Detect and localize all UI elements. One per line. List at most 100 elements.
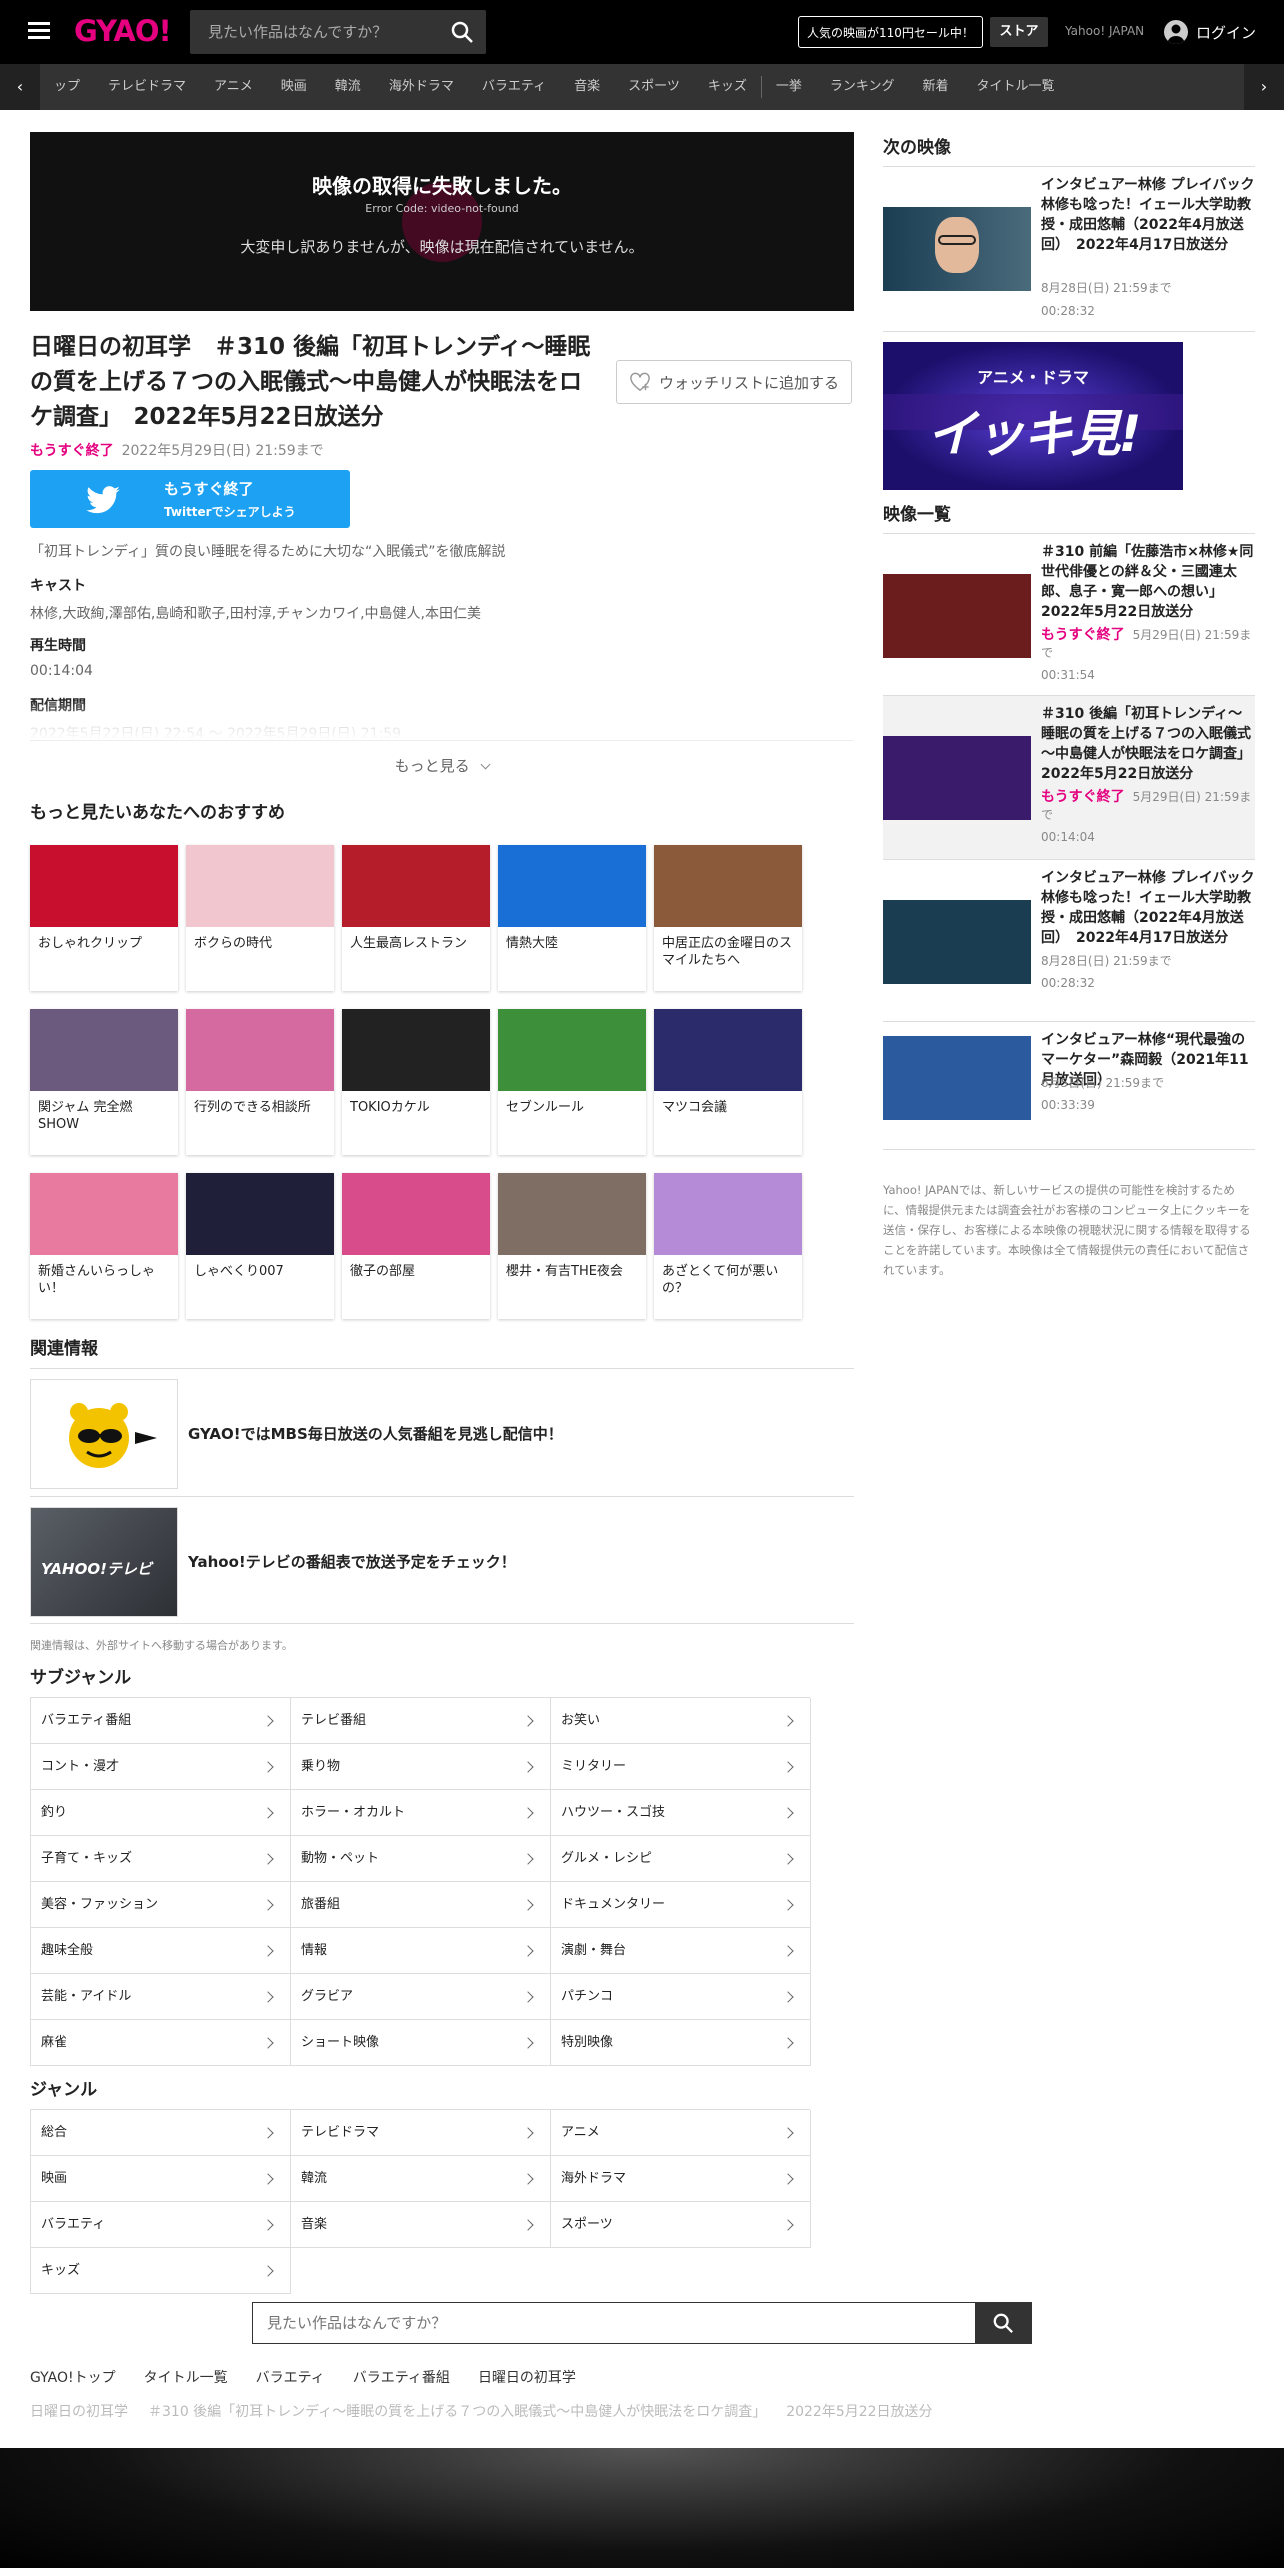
genre-link[interactable]: 情報 — [291, 1928, 551, 1974]
genre-link[interactable]: コント・漫才 — [31, 1744, 291, 1790]
footer-link[interactable]: GYAO!トップ — [30, 2367, 116, 2387]
video-list-item[interactable]: インタビュアー林修 プレイバック 林修も唸った！イェール大学助教授・成田悠輔（2… — [883, 860, 1255, 1022]
genre-link[interactable]: キッズ — [31, 2248, 291, 2294]
recommend-card[interactable]: おしゃれクリップ — [30, 845, 178, 991]
recommend-card[interactable]: セブンルール — [498, 1009, 646, 1155]
nav-item[interactable]: スポーツ — [614, 64, 694, 110]
nav-item[interactable]: 一挙 — [762, 64, 816, 110]
genre-link[interactable]: 映画 — [31, 2156, 291, 2202]
nav-item[interactable]: ップ — [40, 64, 94, 110]
promo-link[interactable]: 人気の映画が110円セール中！ — [798, 16, 983, 48]
footer-link[interactable]: バラエティ番組 — [353, 2367, 450, 2387]
recommend-thumbnail — [654, 1173, 802, 1255]
nav-item[interactable]: 韓流 — [321, 64, 375, 110]
login-button[interactable]: ログイン — [1164, 18, 1256, 46]
video-duration: 00:28:32 — [1041, 976, 1095, 990]
recommend-card[interactable]: マツコ会議 — [654, 1009, 802, 1155]
recommend-card[interactable]: 新婚さんいらっしゃい！ — [30, 1173, 178, 1319]
breadcrumb-item[interactable]: 日曜日の初耳学 — [30, 2401, 128, 2421]
related-item[interactable]: YAHOO!テレビ Yahoo!テレビの番組表で放送予定をチェック！ — [30, 1496, 854, 1624]
genre-link[interactable]: 趣味全般 — [31, 1928, 291, 1974]
recommend-thumbnail — [342, 1009, 490, 1091]
nav-item[interactable]: 音楽 — [560, 64, 614, 110]
genre-link[interactable]: テレビドラマ — [291, 2110, 551, 2156]
recommend-card[interactable]: 人生最高レストラン — [342, 845, 490, 991]
login-label: ログイン — [1196, 23, 1257, 42]
genre-link[interactable]: スポーツ — [551, 2202, 811, 2248]
video-player[interactable]: 映像の取得に失敗しました。 Error Code: video-not-foun… — [30, 132, 854, 311]
genre-link[interactable]: パチンコ — [551, 1974, 811, 2020]
genre-link[interactable]: テレビ番組 — [291, 1698, 551, 1744]
genre-link[interactable]: 美容・ファッション — [31, 1882, 291, 1928]
nav-item[interactable]: 映画 — [267, 64, 321, 110]
genre-link[interactable]: 総合 — [31, 2110, 291, 2156]
recommend-card[interactable]: 櫻井・有吉THE夜会 — [498, 1173, 646, 1319]
recommend-card[interactable]: 徹子の部屋 — [342, 1173, 490, 1319]
genre-link[interactable]: 子育て・キッズ — [31, 1836, 291, 1882]
genre-link[interactable]: 演劇・舞台 — [551, 1928, 811, 1974]
available-until: 2022年5月29日(日) 21:59まで — [121, 443, 324, 459]
nav-item[interactable]: タイトル一覧 — [963, 64, 1069, 110]
genre-link[interactable]: 芸能・アイドル — [31, 1974, 291, 2020]
genre-link[interactable]: グルメ・レシピ — [551, 1836, 811, 1882]
recommend-card[interactable]: ボクらの時代 — [186, 845, 334, 991]
nav-item[interactable]: テレビドラマ — [94, 64, 200, 110]
recommend-card[interactable]: しゃべくり007 — [186, 1173, 334, 1319]
nav-left-arrow[interactable]: ‹ — [0, 64, 40, 110]
genre-link[interactable]: 旅番組 — [291, 1882, 551, 1928]
nav-item[interactable]: 海外ドラマ — [375, 64, 468, 110]
footer-search-button[interactable] — [975, 2303, 1031, 2343]
genre-link[interactable]: 動物・ペット — [291, 1836, 551, 1882]
footer-search-input[interactable] — [253, 2303, 973, 2343]
genre-link[interactable]: ドキュメンタリー — [551, 1882, 811, 1928]
next-video-item[interactable]: インタビュアー林修 プレイバック 林修も唸った！イェール大学助教授・成田悠輔（2… — [883, 166, 1255, 332]
yahoo-japan-link[interactable]: Yahoo! JAPAN — [1065, 24, 1144, 38]
ending-soon-badge: もうすぐ終了 — [1041, 789, 1125, 805]
recommend-card[interactable]: 行列のできる相談所 — [186, 1009, 334, 1155]
genre-link[interactable]: ショート映像 — [291, 2020, 551, 2066]
genre-link[interactable]: 乗り物 — [291, 1744, 551, 1790]
watchlist-button[interactable]: ウォッチリストに追加する — [616, 360, 852, 404]
genre-link[interactable]: ミリタリー — [551, 1744, 811, 1790]
search-input[interactable] — [190, 10, 440, 54]
genre-link[interactable]: 韓流 — [291, 2156, 551, 2202]
footer-link[interactable]: バラエティ — [256, 2367, 325, 2387]
recommend-thumbnail — [186, 845, 334, 927]
genre-link[interactable]: アニメ — [551, 2110, 811, 2156]
genre-link[interactable]: 麻雀 — [31, 2020, 291, 2066]
genre-link[interactable]: バラエティ番組 — [31, 1698, 291, 1744]
store-button[interactable]: ストア — [990, 17, 1048, 47]
nav-item[interactable]: ランキング — [816, 64, 909, 110]
recommend-card[interactable]: 中居正広の金曜日のスマイルたちへ — [654, 845, 802, 991]
nav-item[interactable]: 新着 — [908, 64, 962, 110]
genre-link[interactable]: お笑い — [551, 1698, 811, 1744]
genre-link[interactable]: バラエティ — [31, 2202, 291, 2248]
nav-item[interactable]: アニメ — [200, 64, 267, 110]
genre-link[interactable]: 海外ドラマ — [551, 2156, 811, 2202]
video-list-item[interactable]: ＃310 後編「初耳トレンディ～睡眠の質を上げる７つの入眠儀式～中島健人が快眠法… — [883, 696, 1258, 860]
genre-link[interactable]: 音楽 — [291, 2202, 551, 2248]
video-list-item[interactable]: インタビュアー林修“現代最強のマーケター”森岡毅（2021年11月放送回） 6月5… — [883, 1022, 1255, 1150]
twitter-share-button[interactable]: もうすぐ終了 Twitterでシェアしよう — [30, 470, 350, 528]
nav-item[interactable]: キッズ — [694, 64, 761, 110]
menu-icon[interactable] — [28, 22, 50, 40]
video-list-item[interactable]: ＃310 前編「佐藤浩市×林修★同世代俳優との絆＆父・三國連太郎、息子・寛一郎へ… — [883, 533, 1255, 696]
footer-link[interactable]: 日曜日の初耳学 — [478, 2367, 576, 2387]
nav-item[interactable]: バラエティ — [468, 64, 560, 110]
nav-right-arrow[interactable]: › — [1244, 64, 1284, 110]
search-icon[interactable] — [450, 20, 474, 48]
related-item[interactable]: GYAO!ではMBS毎日放送の人気番組を見逃し配信中！ — [30, 1368, 854, 1496]
footer-link[interactable]: タイトル一覧 — [144, 2367, 228, 2387]
recommend-card[interactable]: TOKIOカケル — [342, 1009, 490, 1155]
ikkimi-banner[interactable]: アニメ・ドラマ イッキ見! — [883, 342, 1183, 490]
genre-link[interactable]: グラビア — [291, 1974, 551, 2020]
recommend-card[interactable]: あざとくて何が悪いの？ — [654, 1173, 802, 1319]
recommend-card[interactable]: 関ジャム 完全燃SHOW — [30, 1009, 178, 1155]
logo[interactable]: GYAO! — [74, 14, 172, 48]
genre-link[interactable]: 釣り — [31, 1790, 291, 1836]
genre-link[interactable]: ホラー・オカルト — [291, 1790, 551, 1836]
recommend-card[interactable]: 情熱大陸 — [498, 845, 646, 991]
more-button[interactable]: もっと見る — [30, 740, 854, 790]
genre-link[interactable]: 特別映像 — [551, 2020, 811, 2066]
genre-link[interactable]: ハウツー・スゴ技 — [551, 1790, 811, 1836]
